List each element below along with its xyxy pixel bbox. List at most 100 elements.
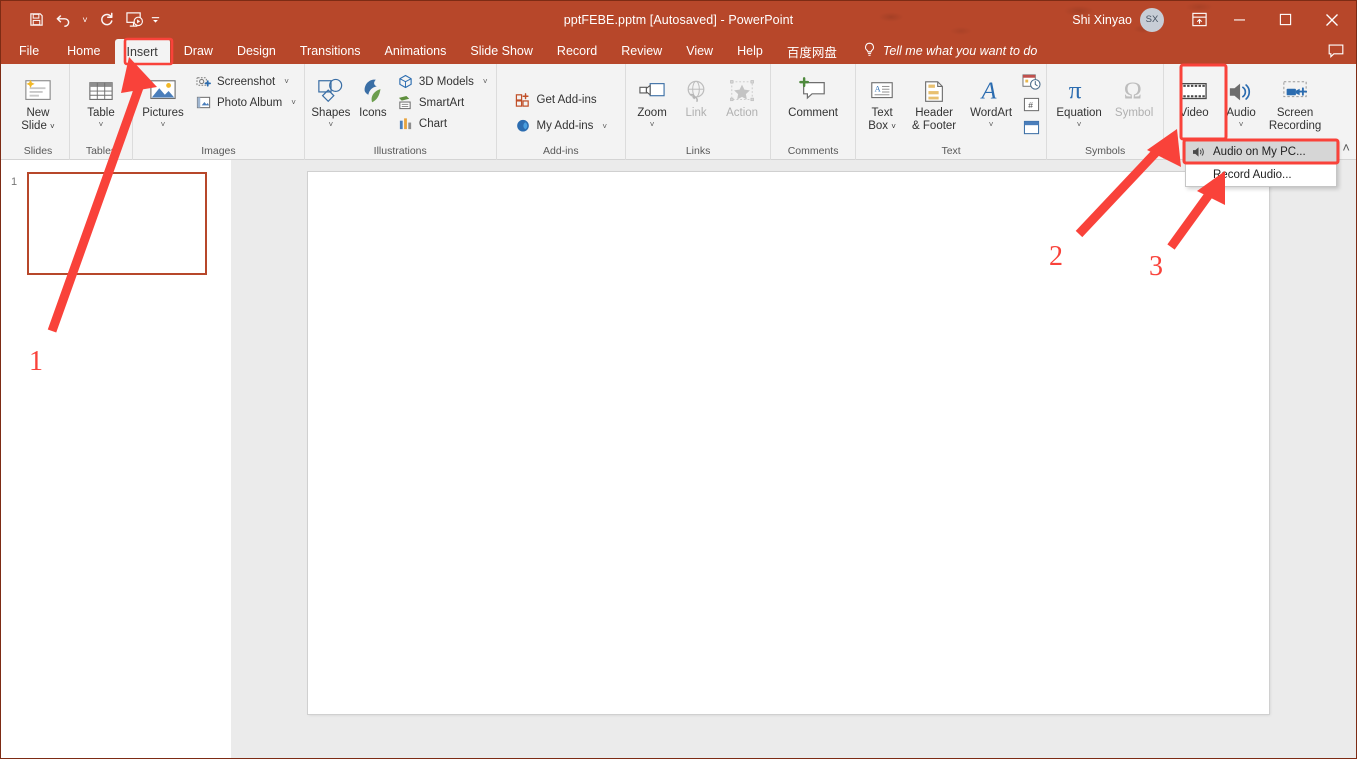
tab-baidu-netdisk[interactable]: 百度网盘 <box>775 38 849 64</box>
annotation-number-2: 2 <box>1049 241 1063 273</box>
audio-on-my-pc-label: Audio on My PC... <box>1213 146 1306 158</box>
undo-icon[interactable] <box>51 8 77 32</box>
audio-icon <box>1192 146 1206 158</box>
start-from-beginning-icon[interactable] <box>121 8 147 32</box>
tab-file[interactable]: File <box>1 38 55 64</box>
new-slide-label-1: New <box>26 107 49 120</box>
customize-qat-caret[interactable] <box>149 14 161 25</box>
photo-album-button[interactable]: Photo Album ˅ <box>191 92 300 113</box>
3d-models-caret[interactable]: ˅ <box>483 77 488 86</box>
equation-button[interactable]: π Equation ˅ <box>1051 67 1107 129</box>
ribbon-group-images: Pictures ˅ Screenshot ˅ <box>132 64 304 160</box>
audio-button[interactable]: Audio ˅ <box>1218 67 1264 129</box>
group-label-symbols: Symbols <box>1051 145 1159 160</box>
slide-editing-surface[interactable] <box>308 172 1269 714</box>
screenshot-label: Screenshot <box>217 76 275 88</box>
comment-icon <box>797 71 829 105</box>
photo-album-caret[interactable]: ˅ <box>291 98 296 107</box>
avatar[interactable]: SX <box>1140 8 1164 32</box>
audio-caret[interactable]: ˅ <box>1239 120 1244 129</box>
ribbon-display-options-icon[interactable] <box>1182 1 1216 38</box>
my-add-ins-label: My Add-ins <box>537 120 594 132</box>
tab-design[interactable]: Design <box>225 38 288 64</box>
chart-button[interactable]: Chart <box>393 113 492 134</box>
my-add-ins-caret[interactable]: ˅ <box>602 122 607 131</box>
pictures-caret[interactable]: ˅ <box>161 120 166 129</box>
tell-me-search[interactable]: Tell me what you want to do <box>863 38 1038 64</box>
tab-draw[interactable]: Draw <box>172 38 225 64</box>
wordart-caret[interactable]: ˅ <box>989 120 994 129</box>
redo-icon[interactable] <box>93 8 119 32</box>
new-slide-label-2: Slide ˅ <box>21 120 54 133</box>
shapes-icon <box>316 71 346 105</box>
table-button[interactable]: Table ˅ <box>74 67 128 129</box>
audio-label: Audio <box>1226 107 1255 120</box>
header-footer-label-2: & Footer <box>912 120 956 133</box>
ribbon-group-symbols: π Equation ˅ Ω Symbol Symbols <box>1046 64 1163 160</box>
wordart-button[interactable]: A WordArt ˅ <box>964 67 1018 129</box>
comment-button[interactable]: Comment <box>781 67 845 120</box>
header-footer-icon <box>921 71 947 105</box>
new-slide-button[interactable]: New Slide ˅ <box>11 67 65 133</box>
tab-review[interactable]: Review <box>609 38 674 64</box>
collapse-ribbon-caret[interactable]: ˄ <box>1342 140 1350 155</box>
get-add-ins-button[interactable]: Get Add-ins <box>511 87 612 113</box>
screenshot-button[interactable]: Screenshot ˅ <box>191 71 300 92</box>
wordart-label: WordArt <box>970 107 1012 120</box>
zoom-button[interactable]: Zoom ˅ <box>630 67 674 129</box>
tab-animations[interactable]: Animations <box>373 38 459 64</box>
smartart-button[interactable]: SmartArt <box>393 92 492 113</box>
table-caret[interactable]: ˅ <box>99 120 104 129</box>
equation-caret[interactable]: ˅ <box>1077 120 1082 129</box>
screen-recording-button[interactable]: Screen Recording <box>1266 67 1324 133</box>
text-box-button[interactable]: A Text Box ˅ <box>860 67 904 133</box>
undo-dropdown-caret[interactable]: ˅ <box>79 15 91 25</box>
link-label: Link <box>686 107 707 120</box>
minimize-button[interactable] <box>1216 1 1262 38</box>
tab-insert[interactable]: Insert <box>115 39 170 64</box>
save-icon[interactable] <box>23 8 49 32</box>
action-button[interactable]: Action <box>718 67 766 120</box>
tab-transitions[interactable]: Transitions <box>288 38 373 64</box>
maximize-button[interactable] <box>1262 1 1308 38</box>
header-footer-button[interactable]: Header & Footer <box>906 67 962 133</box>
tab-help[interactable]: Help <box>725 38 775 64</box>
svg-text:Ω: Ω <box>1124 77 1142 104</box>
slide-number-icon[interactable]: # <box>1020 95 1042 115</box>
tab-view[interactable]: View <box>674 38 725 64</box>
my-add-ins-icon <box>515 118 532 135</box>
slide-thumbnail-1[interactable] <box>27 172 207 275</box>
symbol-button[interactable]: Ω Symbol <box>1109 67 1159 120</box>
symbol-label: Symbol <box>1115 107 1153 120</box>
screenshot-caret[interactable]: ˅ <box>284 77 289 86</box>
link-button[interactable]: Link <box>676 67 716 120</box>
header-footer-label-1: Header <box>915 107 953 120</box>
shapes-caret[interactable]: ˅ <box>329 120 334 129</box>
tab-record[interactable]: Record <box>545 38 609 64</box>
tell-me-label: Tell me what you want to do <box>883 44 1038 58</box>
tab-home[interactable]: Home <box>55 38 112 64</box>
date-time-icon[interactable] <box>1020 72 1042 92</box>
record-audio-menu-item[interactable]: Record Audio... <box>1186 163 1336 186</box>
zoom-caret[interactable]: ˅ <box>650 120 655 129</box>
get-add-ins-label: Get Add-ins <box>537 94 597 106</box>
ribbon-group-text: A Text Box ˅ Header & Footer A Wor <box>855 64 1046 160</box>
audio-on-my-pc-menu-item[interactable]: Audio on My PC... <box>1186 141 1336 163</box>
object-icon[interactable] <box>1020 118 1042 138</box>
3d-models-button[interactable]: 3D Models ˅ <box>393 71 492 92</box>
photo-album-label: Photo Album <box>217 97 282 109</box>
pictures-button[interactable]: Pictures ˅ <box>137 67 189 129</box>
account-name[interactable]: Shi Xinyao <box>1072 13 1132 27</box>
tab-slide-show[interactable]: Slide Show <box>458 38 545 64</box>
icons-button[interactable]: Icons <box>355 67 391 120</box>
shapes-button[interactable]: Shapes ˅ <box>309 67 353 129</box>
3d-models-label: 3D Models <box>419 76 474 88</box>
close-button[interactable] <box>1308 1 1356 38</box>
ribbon-group-illustrations: Shapes ˅ Icons 3D Models ˅ <box>304 64 496 160</box>
comments-pane-icon[interactable] <box>1316 38 1356 64</box>
wordart-icon: A <box>977 71 1005 105</box>
my-add-ins-button[interactable]: My Add-ins ˅ <box>511 113 612 139</box>
slide-canvas[interactable] <box>234 160 1356 759</box>
shapes-label: Shapes <box>311 107 350 120</box>
video-button[interactable]: Video <box>1172 67 1216 120</box>
